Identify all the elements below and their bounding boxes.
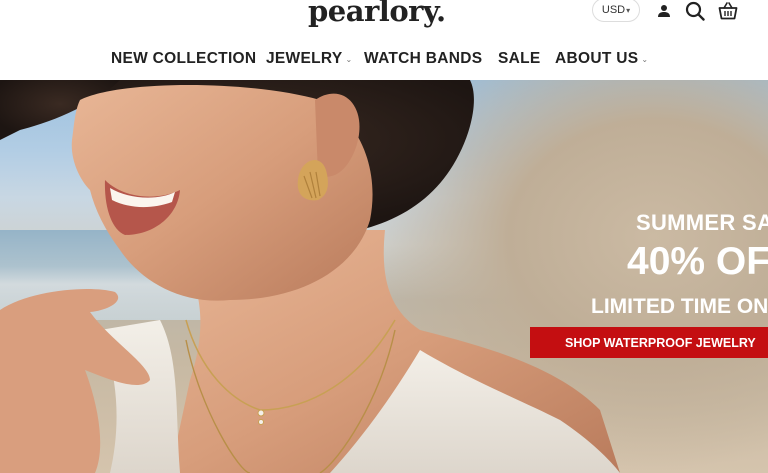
nav-item-jewelry[interactable]: JEWELRY ⌄ [266,50,352,68]
chevron-down-icon: ⌄ [345,54,353,64]
main-navigation: NEW COLLECTION JEWELRY ⌄ WATCH BANDS SAL… [0,48,768,74]
site-header: pearlory. USD ▾ NEW COLLECTION JEWELRY ⌄… [0,0,768,80]
shop-waterproof-jewelry-button[interactable]: SHOP WATERPROOF JEWELRY [530,327,768,358]
nav-item-label: JEWELRY [266,50,343,67]
nav-item-label: SALE [498,50,541,67]
search-icon[interactable] [684,0,706,22]
account-icon[interactable] [653,0,675,22]
nav-item-about-us[interactable]: ABOUT US ⌄ [555,50,648,68]
nav-item-label: NEW COLLECTION [111,50,257,67]
nav-item-label: WATCH BANDS [364,50,483,67]
promo-discount: 40% OF [627,240,768,283]
cart-icon[interactable] [717,0,739,22]
nav-item-sale[interactable]: SALE [498,50,541,68]
promo-subheadline: LIMITED TIME ON [591,295,768,318]
nav-item-new-collection[interactable]: NEW COLLECTION [111,50,256,68]
chevron-down-icon: ▾ [626,5,631,15]
currency-value: USD [601,4,626,16]
promo-overlay: SUMMER SA 40% OF LIMITED TIME ON SHOP WA… [0,80,768,473]
promo-headline: SUMMER SA [636,210,768,235]
nav-item-watch-bands[interactable]: WATCH BANDS [364,50,482,68]
nav-item-label: ABOUT US [555,50,639,67]
currency-selector[interactable]: USD ▾ [592,0,640,22]
brand-logo[interactable]: pearlory. [308,0,446,28]
hero-banner[interactable]: SUMMER SA 40% OF LIMITED TIME ON SHOP WA… [0,80,768,473]
chevron-down-icon: ⌄ [641,54,649,64]
